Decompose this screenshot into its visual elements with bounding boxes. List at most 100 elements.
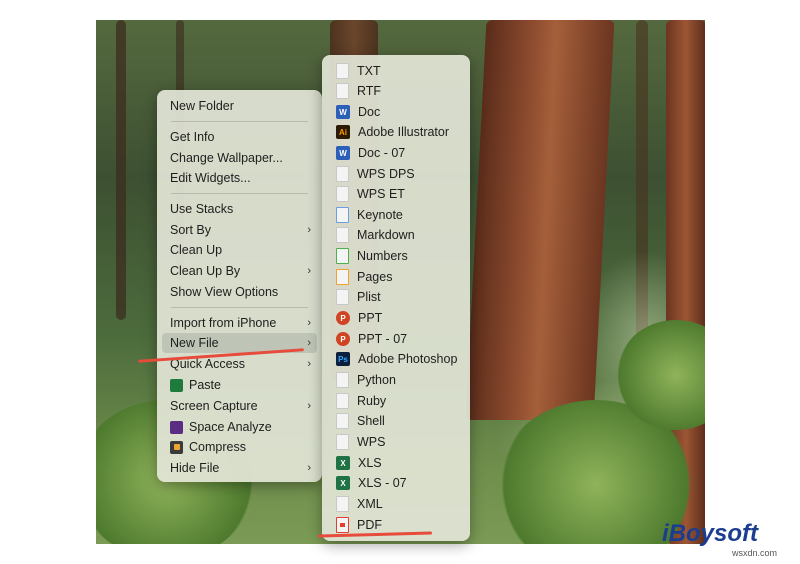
menu-separator: [171, 121, 308, 122]
shell-file-icon: [336, 413, 349, 429]
submenu-item-rtf[interactable]: RTF: [328, 81, 464, 101]
submenu-item-txt[interactable]: TXT: [328, 61, 464, 81]
ruby-file-icon: [336, 393, 349, 409]
menu-item-label: Pages: [357, 270, 393, 284]
menu-item-screen-capture[interactable]: Screen Capture ›: [162, 396, 317, 416]
submenu-item-numbers[interactable]: Numbers: [328, 246, 464, 266]
paste-icon: [170, 378, 183, 392]
submenu-item-doc[interactable]: W Doc: [328, 102, 464, 122]
menu-item-label: RTF: [357, 84, 382, 98]
submenu-item-python[interactable]: Python: [328, 370, 464, 390]
menu-item-label: Import from iPhone: [170, 316, 277, 330]
menu-item-hide-file[interactable]: Hide File ›: [162, 458, 317, 478]
powerpoint-07-icon: P: [336, 332, 350, 346]
chevron-right-icon: ›: [307, 462, 311, 474]
plist-file-icon: [336, 289, 349, 305]
markdown-file-icon: [336, 227, 349, 243]
space-analyze-icon: [170, 420, 183, 434]
menu-item-label: Ruby: [357, 394, 387, 408]
menu-item-label: PDF: [357, 518, 382, 532]
compress-icon: [170, 440, 183, 454]
submenu-item-wps-et[interactable]: WPS ET: [328, 184, 464, 204]
menu-item-label: Show View Options: [170, 285, 279, 299]
submenu-item-xls-07[interactable]: X XLS - 07: [328, 473, 464, 493]
menu-item-label: Clean Up: [170, 243, 223, 257]
menu-item-label: PPT - 07: [358, 332, 408, 346]
menu-item-label: WPS ET: [357, 187, 405, 201]
pages-file-icon: [336, 269, 349, 285]
menu-item-label: Adobe Illustrator: [358, 125, 450, 139]
chevron-right-icon: ›: [307, 265, 311, 277]
excel-07-icon: X: [336, 476, 350, 490]
menu-item-label: Paste: [189, 378, 221, 392]
menu-item-label: New File: [170, 336, 219, 350]
menu-item-label: TXT: [357, 64, 381, 78]
menu-item-label: Plist: [357, 290, 381, 304]
menu-item-clean-up[interactable]: Clean Up: [162, 240, 317, 260]
submenu-item-ruby[interactable]: Ruby: [328, 391, 464, 411]
menu-item-label: Hide File: [170, 461, 220, 475]
submenu-item-wps[interactable]: WPS: [328, 432, 464, 452]
word-doc-icon: W: [336, 105, 350, 119]
pdf-file-icon: [336, 517, 349, 533]
menu-item-label: WPS DPS: [357, 167, 415, 181]
word-doc-07-icon: W: [336, 146, 350, 160]
menu-item-new-folder[interactable]: New Folder: [162, 96, 317, 116]
new-file-submenu: TXT RTF W Doc Ai Adobe Illustrator W Doc - …: [322, 55, 470, 541]
illustrator-icon: Ai: [336, 125, 350, 139]
menu-item-label: Doc: [358, 105, 381, 119]
txt-file-icon: [336, 63, 349, 79]
menu-item-label: Shell: [357, 414, 385, 428]
submenu-item-xml[interactable]: XML: [328, 494, 464, 514]
menu-item-label: XLS - 07: [358, 476, 407, 490]
chevron-right-icon: ›: [307, 224, 311, 236]
submenu-item-doc-07[interactable]: W Doc - 07: [328, 143, 464, 163]
menu-item-label: WPS: [357, 435, 386, 449]
chevron-right-icon: ›: [307, 400, 311, 412]
menu-item-label: Doc - 07: [358, 146, 406, 160]
menu-item-label: Markdown: [357, 228, 415, 242]
menu-item-sort-by[interactable]: Sort By ›: [162, 220, 317, 240]
chevron-right-icon: ›: [307, 317, 311, 329]
menu-item-label: XLS: [358, 456, 382, 470]
menu-separator: [171, 307, 308, 308]
menu-item-paste[interactable]: Paste: [162, 375, 317, 395]
submenu-item-wps-dps[interactable]: WPS DPS: [328, 164, 464, 184]
wps-file-icon: [336, 434, 349, 450]
keynote-file-icon: [336, 207, 349, 223]
menu-item-label: Python: [357, 373, 396, 387]
submenu-item-shell[interactable]: Shell: [328, 411, 464, 431]
desktop-context-menu: New Folder Get Info Change Wallpaper... …: [157, 90, 322, 482]
submenu-item-keynote[interactable]: Keynote: [328, 205, 464, 225]
menu-item-change-wallpaper[interactable]: Change Wallpaper...: [162, 148, 317, 168]
menu-item-label: Sort By: [170, 223, 211, 237]
chevron-right-icon: ›: [307, 337, 311, 349]
submenu-item-adobe-photoshop[interactable]: Ps Adobe Photoshop: [328, 349, 464, 369]
submenu-item-adobe-illustrator[interactable]: Ai Adobe Illustrator: [328, 122, 464, 142]
menu-item-use-stacks[interactable]: Use Stacks: [162, 199, 317, 219]
menu-item-label: Use Stacks: [170, 202, 234, 216]
menu-item-label: New Folder: [170, 99, 234, 113]
menu-item-edit-widgets[interactable]: Edit Widgets...: [162, 168, 317, 188]
menu-item-get-info[interactable]: Get Info: [162, 127, 317, 147]
submenu-item-xls[interactable]: X XLS: [328, 453, 464, 473]
submenu-item-plist[interactable]: Plist: [328, 287, 464, 307]
python-file-icon: [336, 372, 349, 388]
submenu-item-ppt[interactable]: P PPT: [328, 308, 464, 328]
menu-item-compress[interactable]: Compress: [162, 437, 317, 457]
submenu-item-pages[interactable]: Pages: [328, 267, 464, 287]
menu-item-show-view-options[interactable]: Show View Options: [162, 282, 317, 302]
menu-item-label: XML: [357, 497, 383, 511]
wps-dps-file-icon: [336, 166, 349, 182]
menu-item-space-analyze[interactable]: Space Analyze: [162, 417, 317, 437]
iboysoft-logo: iBoysoft: [662, 520, 758, 547]
submenu-item-ppt-07[interactable]: P PPT - 07: [328, 329, 464, 349]
menu-item-label: Adobe Photoshop: [358, 352, 458, 366]
photoshop-icon: Ps: [336, 352, 350, 366]
menu-item-label: Edit Widgets...: [170, 171, 251, 185]
menu-item-clean-up-by[interactable]: Clean Up By ›: [162, 261, 317, 281]
menu-item-import-from-iphone[interactable]: Import from iPhone ›: [162, 313, 317, 333]
numbers-file-icon: [336, 248, 349, 264]
chevron-right-icon: ›: [307, 358, 311, 370]
submenu-item-markdown[interactable]: Markdown: [328, 225, 464, 245]
